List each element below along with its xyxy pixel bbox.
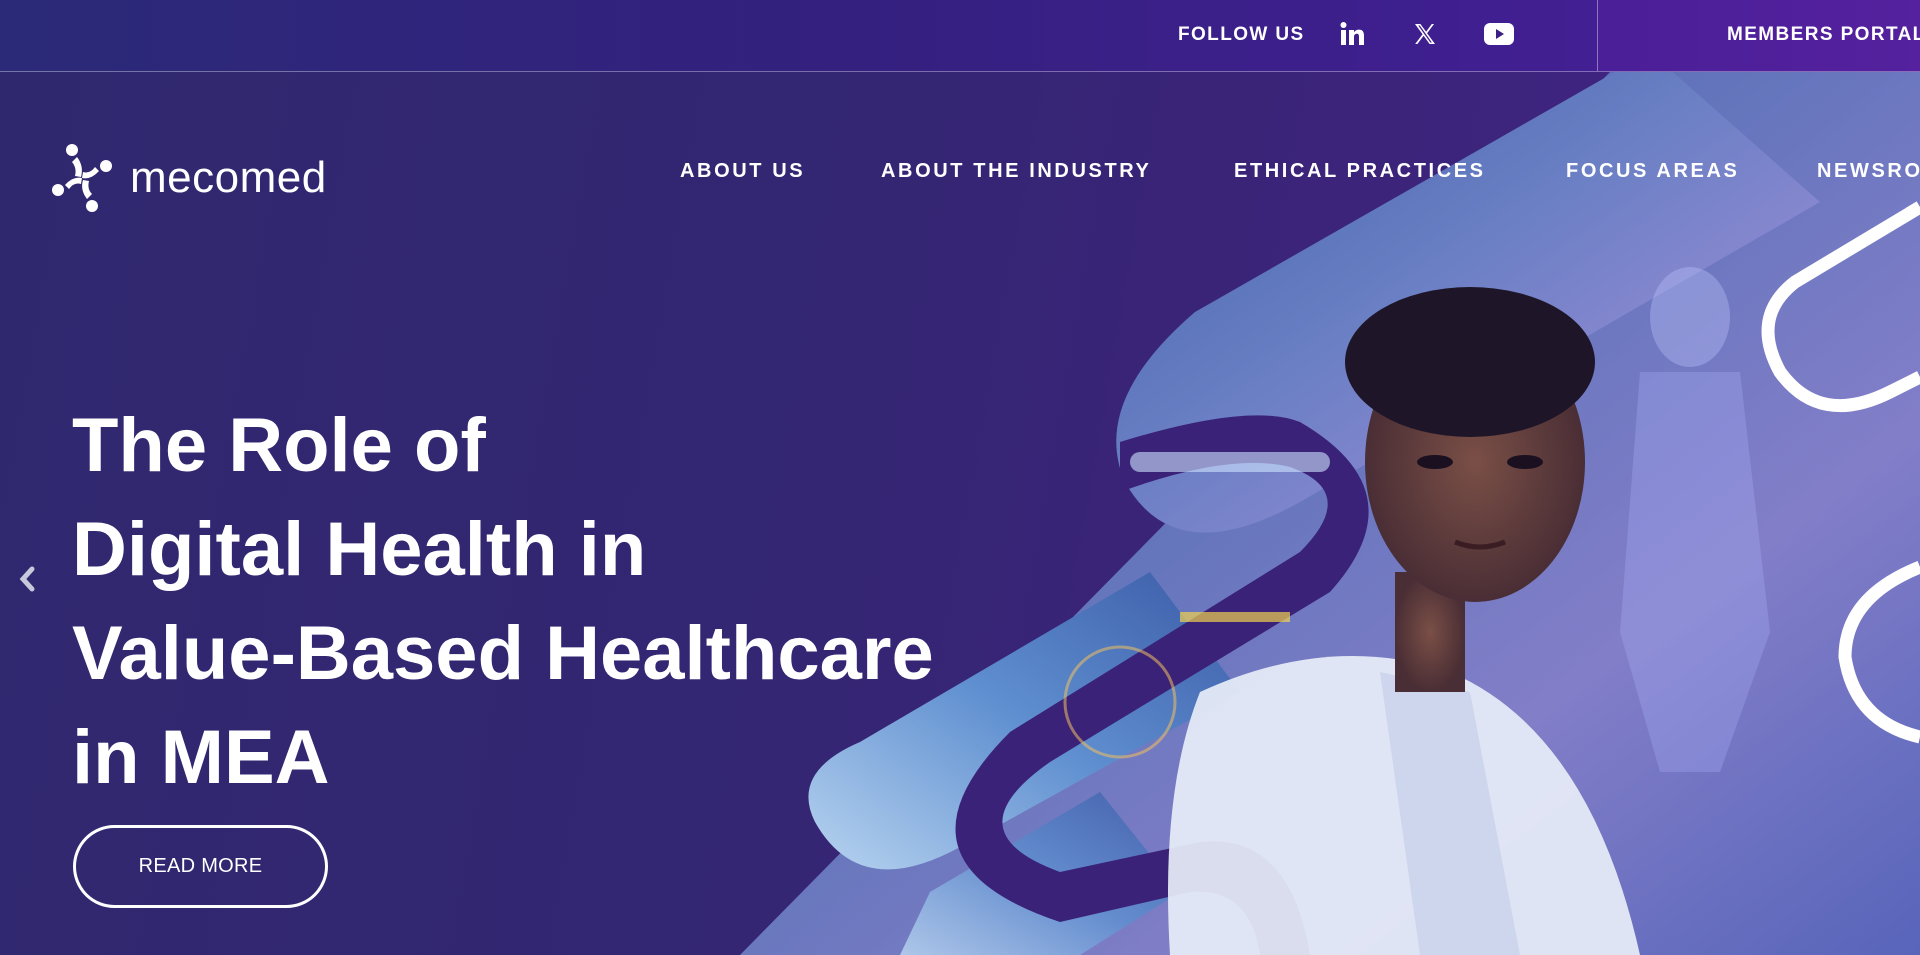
read-more-button[interactable]: READ MORE xyxy=(73,825,328,908)
nav-about-the-industry[interactable]: ABOUT THE INDUSTRY xyxy=(881,160,1152,183)
headline-line: Value-Based Healthcare xyxy=(72,611,934,696)
youtube-icon[interactable] xyxy=(1479,14,1519,54)
linkedin-icon[interactable] xyxy=(1332,14,1372,54)
logo-mark-icon xyxy=(52,144,112,212)
follow-us-label: FOLLOW US xyxy=(1178,24,1305,45)
read-more-label: READ MORE xyxy=(138,855,263,877)
logo-text: mecomed xyxy=(130,153,327,202)
nav-newsroom[interactable]: NEWSRO xyxy=(1817,160,1920,183)
x-icon[interactable] xyxy=(1405,14,1445,54)
headline-line: Digital Health in xyxy=(72,507,647,592)
chevron-left-icon xyxy=(19,566,35,592)
nav-focus-areas[interactable]: FOCUS AREAS xyxy=(1566,160,1739,183)
headline-line: in MEA xyxy=(72,715,330,800)
headline-line: The Role of xyxy=(72,403,486,488)
members-portal-button[interactable]: MEMBERS PORTAL xyxy=(1598,0,1920,71)
members-portal-label: MEMBERS PORTAL xyxy=(1727,24,1920,45)
hero-headline: The Role of Digital Health in Value-Base… xyxy=(72,394,934,810)
slider-prev-button[interactable] xyxy=(18,564,38,599)
nav-about-us[interactable]: ABOUT US xyxy=(680,160,805,183)
mecomed-logo[interactable]: mecomed xyxy=(44,140,327,216)
top-bar: FOLLOW US MEMBERS PORTAL xyxy=(0,0,1920,72)
nav-ethical-practices[interactable]: ETHICAL PRACTICES xyxy=(1234,160,1486,183)
